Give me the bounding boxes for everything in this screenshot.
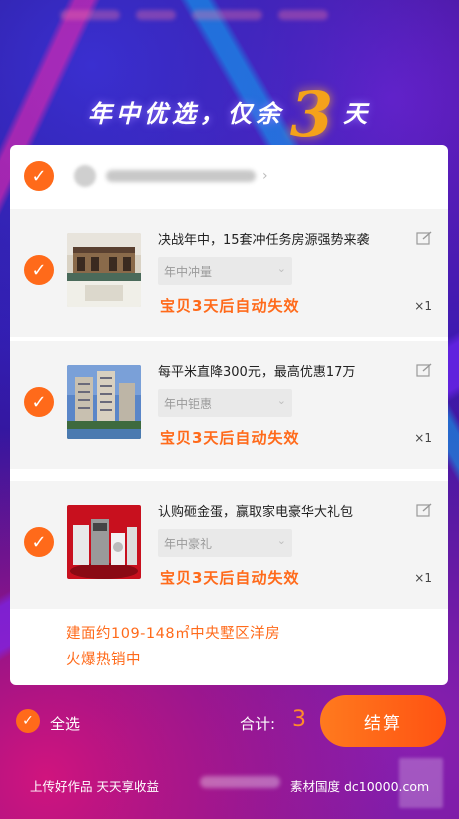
cart-item: ✓ 认购砸金蛋，赢取家电豪华大礼包 年中豪礼 ⌄ 宝贝3天后自动失效 ×1: [10, 481, 448, 609]
item-check-icon[interactable]: ✓: [24, 527, 54, 557]
watermark-left: 上传好作品 天天享收益: [30, 779, 159, 794]
edit-icon[interactable]: [416, 231, 432, 245]
blurred-top-logos: [60, 10, 400, 28]
item-variant-label: 年中豪礼: [164, 536, 213, 551]
cart-card: ✓ › ✓ 决战年中，15套冲任务房源强势来袭 年中冲量 ⌄ 宝贝3天后自动失效…: [10, 145, 448, 685]
qr-code-blurred: [399, 758, 443, 808]
item-thumbnail-appliances[interactable]: [67, 505, 141, 579]
headline-number: 3: [289, 78, 338, 151]
edit-icon[interactable]: [416, 503, 432, 517]
item-variant-label: 年中钜惠: [164, 396, 213, 411]
item-title[interactable]: 决战年中，15套冲任务房源强势来袭: [158, 229, 370, 248]
shop-name-blurred: [106, 170, 256, 182]
chevron-down-icon: ⌄: [276, 534, 286, 547]
shop-row[interactable]: ✓ ›: [10, 145, 448, 207]
promo-line-2: 火爆热销中: [66, 652, 141, 668]
edit-icon[interactable]: [416, 363, 432, 377]
promo-line-1: 建面约109-148㎡中央墅区洋房: [66, 626, 281, 642]
item-variant-label: 年中冲量: [164, 264, 213, 279]
chevron-right-icon: ›: [262, 168, 268, 184]
item-variant-select[interactable]: 年中冲量 ⌄: [158, 257, 292, 285]
promo-text: 建面约109-148㎡中央墅区洋房 火爆热销中: [66, 621, 280, 673]
item-quantity: ×1: [414, 431, 432, 445]
item-quantity: ×1: [414, 571, 432, 585]
checkout-button[interactable]: 结算: [320, 695, 446, 747]
item-thumbnail-villa[interactable]: [67, 233, 141, 307]
blurred-text: [200, 776, 280, 788]
item-variant-select[interactable]: 年中钜惠 ⌄: [158, 389, 292, 417]
cart-footer: ✓ 全选 合计: 3 结算: [0, 695, 459, 753]
chevron-down-icon: ⌄: [276, 394, 286, 407]
headline: 年中优选，仅余3 天: [0, 78, 459, 151]
total-value: 3: [292, 707, 306, 732]
item-check-icon[interactable]: ✓: [24, 387, 54, 417]
item-title[interactable]: 每平米直降300元，最高优惠17万: [158, 361, 355, 380]
shop-check-icon[interactable]: ✓: [24, 161, 54, 191]
item-thumbnail-towers[interactable]: [67, 365, 141, 439]
item-check-icon[interactable]: ✓: [24, 255, 54, 285]
cart-item: ✓ 每平米直降300元，最高优惠17万 年中钜惠 ⌄ 宝贝3天后自动失效 ×1: [10, 341, 448, 469]
watermark-bar: 上传好作品 天天享收益 素材国度 dc10000.com: [0, 764, 459, 804]
headline-suffix: 天: [343, 99, 372, 128]
item-quantity: ×1: [414, 299, 432, 313]
headline-prefix: 年中优选，仅余: [87, 99, 284, 128]
shop-logo: [74, 165, 96, 187]
select-all-check-icon[interactable]: ✓: [16, 709, 40, 733]
cart-item: ✓ 决战年中，15套冲任务房源强势来袭 年中冲量 ⌄ 宝贝3天后自动失效 ×1: [10, 209, 448, 337]
item-expiry-warning: 宝贝3天后自动失效: [160, 297, 300, 315]
item-expiry-warning: 宝贝3天后自动失效: [160, 569, 300, 587]
item-title[interactable]: 认购砸金蛋，赢取家电豪华大礼包: [158, 501, 353, 520]
chevron-down-icon: ⌄: [276, 262, 286, 275]
select-all-label[interactable]: 全选: [50, 713, 80, 734]
total-label: 合计:: [240, 715, 276, 733]
item-expiry-warning: 宝贝3天后自动失效: [160, 429, 300, 447]
item-variant-select[interactable]: 年中豪礼 ⌄: [158, 529, 292, 557]
